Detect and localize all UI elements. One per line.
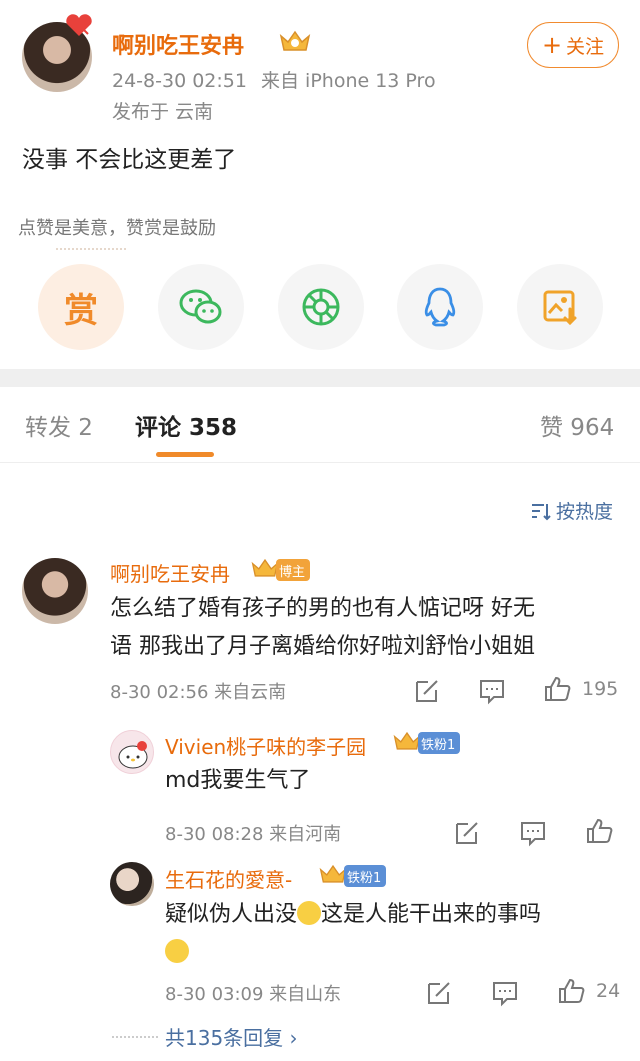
follow-button[interactable]: + 关注 [527,22,619,68]
vip-crown-icon [279,30,311,51]
comment-text: 怎么结了婚有孩子的男的也有人惦记呀 好无 语 那我出了月子离婚给你好啦刘舒怡小姐… [110,596,535,659]
repost-icon[interactable] [424,978,454,1008]
reward-icon: 赏 [64,290,98,331]
qq-icon [424,287,456,327]
comment-icon[interactable] [490,978,520,1008]
reply-name[interactable]: 生石花的愛意- [165,864,292,893]
plus-icon: + [541,31,563,59]
sweat-emoji-icon [165,939,189,963]
comment-meta: 8-30 02:56 来自云南 [110,682,287,703]
reply-name[interactable]: Vivien桃子味的李子园 [165,731,366,760]
section-divider [0,369,640,387]
comment-icon[interactable] [477,676,507,706]
reply-meta: 8-30 03:09 来自山东 [165,984,342,1005]
heart-icon [66,14,92,36]
reply-meta: 8-30 08:28 来自河南 [165,824,342,845]
replies-divider [112,1036,158,1038]
commenter-name[interactable]: 啊别吃王安冉 [110,558,230,587]
tabs-divider [0,462,640,463]
share-wechat-button[interactable] [158,264,244,350]
like-icon[interactable] [584,816,614,846]
post-location: 发布于 云南 [112,101,214,123]
post-meta: 24-8-30 02:51 来自 iPhone 13 Pro [112,66,436,93]
comment-icon[interactable] [518,818,548,848]
post-timestamp: 24-8-30 02:51 [112,70,247,92]
tab-repost[interactable]: 转发 2 [25,408,93,442]
reply-text: md我要生气了 [165,768,311,793]
reward-button[interactable]: 赏 [38,264,124,350]
blogger-badge: 博主 [276,559,311,581]
sort-button[interactable]: 按热度 [530,497,613,524]
reward-hint: 点赞是美意，赞赏是鼓励 [18,218,216,239]
share-qq-button[interactable] [397,264,483,350]
tab-comments[interactable]: 评论 358 [135,408,237,442]
post-text: 没事 不会比这更差了 [22,147,237,173]
author-name[interactable]: 啊别吃王安冉 [112,28,244,60]
active-tab-indicator [156,452,214,457]
like-count: 195 [582,678,619,700]
save-image-icon [543,290,577,326]
like-icon[interactable] [556,976,586,1006]
post-source: 来自 iPhone 13 Pro [261,70,436,92]
wechat-icon [179,289,222,324]
reward-hint-pointer [56,248,126,250]
fan-badge: 铁粉1 [418,732,461,754]
like-count: 24 [596,980,621,1002]
reply-avatar[interactable] [110,862,154,906]
save-image-button[interactable] [517,264,603,350]
like-icon[interactable] [542,674,572,704]
repost-icon[interactable] [452,818,482,848]
fan-badge: 铁粉1 [344,865,387,887]
moments-icon [302,288,340,326]
tab-likes[interactable]: 赞 964 [540,408,614,442]
share-moments-button[interactable] [278,264,364,350]
hello-kitty-icon [118,741,148,769]
repost-icon[interactable] [412,676,442,706]
reply-avatar[interactable] [110,730,154,774]
more-replies-link[interactable]: 共135条回复 › [165,1022,298,1051]
smile-emoji-icon [297,901,322,925]
sort-icon [532,503,551,520]
reply-text: 疑似伪人出没 这是人能干出来的事吗 [165,896,625,972]
commenter-avatar[interactable] [22,558,88,624]
